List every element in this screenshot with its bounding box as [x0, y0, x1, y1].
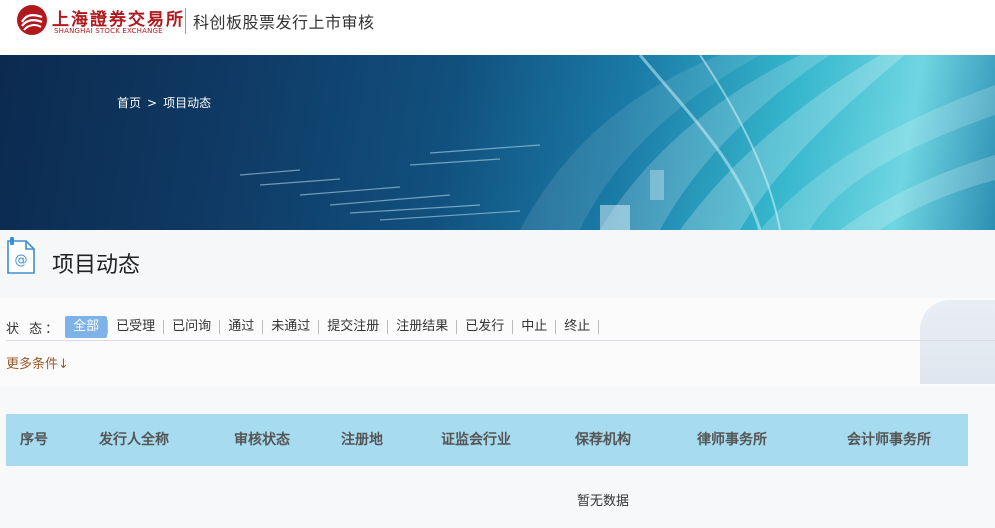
filter-divider-line — [6, 340, 995, 341]
svg-text:@: @ — [15, 253, 28, 268]
status-filter-label: 状 态： — [6, 321, 62, 337]
column-header-review-status: 审核状态 — [234, 432, 290, 448]
results-table: 序号 发行人全称 审核状态 注册地 证监会行业 保荐机构 律师事务所 会计师事务… — [0, 386, 995, 528]
status-filter-not-passed[interactable]: 未通过 — [263, 316, 318, 338]
breadcrumb-current: 项目动态 — [163, 96, 212, 110]
column-header-registered-place: 注册地 — [341, 432, 383, 448]
status-filter-accepted[interactable]: 已受理 — [108, 316, 163, 338]
status-filter-inquired[interactable]: 已问询 — [164, 316, 219, 338]
column-header-index: 序号 — [20, 432, 48, 448]
status-filter-row: 状 态： 全部 已受理 已问询 通过 未通过 提交注册 注册结果 已发行 中止 … — [6, 316, 600, 338]
filter-panel: 状 态： 全部 已受理 已问询 通过 未通过 提交注册 注册结果 已发行 中止 … — [0, 298, 995, 386]
logo-name-en[interactable]: SHANGHAI STOCK EXCHANGE — [54, 27, 163, 35]
column-header-csrc-industry: 证监会行业 — [441, 432, 511, 448]
status-filter-registration-result[interactable]: 注册结果 — [388, 316, 456, 338]
column-header-issuer-name: 发行人全称 — [99, 432, 169, 448]
page-title-section: @ 项目动态 — [0, 230, 995, 298]
empty-state-text: 暂无数据 — [576, 494, 630, 509]
breadcrumb-chevron-icon: > — [147, 96, 158, 110]
status-filter-submitted-registration[interactable]: 提交注册 — [319, 316, 387, 338]
sse-logo-icon[interactable] — [16, 4, 48, 36]
status-divider — [598, 320, 600, 334]
page-title: 项目动态 — [52, 253, 141, 278]
header-divider — [185, 8, 186, 34]
table-header-row: 序号 发行人全称 审核状态 注册地 证监会行业 保荐机构 律师事务所 会计师事务… — [6, 414, 968, 466]
status-filter-terminated[interactable]: 终止 — [556, 316, 598, 338]
breadcrumb: 首页 > 项目动态 — [117, 94, 211, 111]
decorative-panel — [920, 300, 995, 384]
column-header-law-firm: 律师事务所 — [697, 432, 767, 448]
site-title: 科创板股票发行上市审核 — [193, 13, 375, 32]
status-filter-suspended[interactable]: 中止 — [513, 316, 555, 338]
status-filter-issued[interactable]: 已发行 — [457, 316, 512, 338]
document-at-icon: @ — [7, 237, 35, 274]
more-conditions-toggle[interactable]: 更多条件↓ — [6, 353, 69, 372]
hero-banner: 首页 > 项目动态 — [0, 55, 995, 230]
breadcrumb-home-link[interactable]: 首页 — [117, 96, 141, 110]
banner-light-streaks-image — [239, 55, 995, 230]
site-header: 上海證券交易所 SHANGHAI STOCK EXCHANGE 科创板股票发行上… — [0, 0, 995, 55]
status-filter-passed[interactable]: 通过 — [220, 316, 262, 338]
column-header-accounting-firm: 会计师事务所 — [847, 432, 931, 448]
status-filter-all[interactable]: 全部 — [65, 316, 108, 338]
column-header-sponsor: 保荐机构 — [575, 432, 631, 448]
